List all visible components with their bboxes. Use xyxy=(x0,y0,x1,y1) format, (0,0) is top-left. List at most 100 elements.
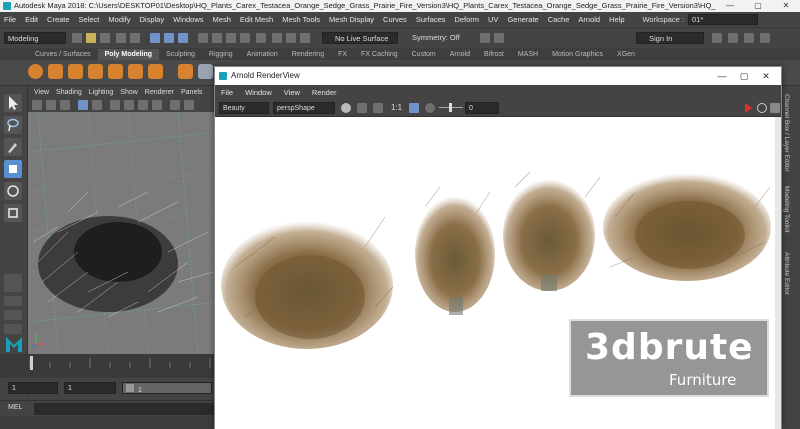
refresh-render-icon[interactable] xyxy=(757,103,767,113)
camera-select-icon[interactable] xyxy=(32,100,42,110)
bookmarks-icon[interactable] xyxy=(60,100,70,110)
ipr-render-icon[interactable] xyxy=(286,33,296,43)
poly-plane-icon[interactable] xyxy=(128,64,143,79)
lasso-tool-icon[interactable] xyxy=(4,116,22,134)
render-play-icon[interactable] xyxy=(745,103,752,113)
start-time-field[interactable]: 1 xyxy=(8,382,58,394)
channel-box-icon[interactable] xyxy=(744,33,754,43)
workspace-dropdown[interactable]: 01* xyxy=(688,13,758,25)
menu-create[interactable]: Create xyxy=(47,15,70,24)
menu-file[interactable]: File xyxy=(4,15,16,24)
renderview-menu-window[interactable]: Window xyxy=(245,88,272,97)
lights-icon[interactable] xyxy=(152,100,162,110)
renderview-settings-icon[interactable] xyxy=(770,103,780,113)
poly-torus-icon[interactable] xyxy=(108,64,123,79)
menu-uv[interactable]: UV xyxy=(488,15,498,24)
tab-motion-graphics[interactable]: Motion Graphics xyxy=(545,49,610,60)
select-hierarchy-icon[interactable] xyxy=(150,33,160,43)
region-icon[interactable] xyxy=(357,103,367,113)
render-frame-icon[interactable] xyxy=(272,33,282,43)
command-input[interactable] xyxy=(34,403,214,415)
menu-deform[interactable]: Deform xyxy=(454,15,479,24)
snap-curve-icon[interactable] xyxy=(212,33,222,43)
tab-custom[interactable]: Custom xyxy=(405,49,443,60)
range-bar[interactable]: 1 xyxy=(122,382,212,394)
renderview-maximize-button[interactable]: ▢ xyxy=(733,67,755,85)
symmetry-dropdown[interactable]: Symmetry: Off xyxy=(404,32,474,44)
layout-four-pane-icon[interactable] xyxy=(4,296,22,306)
film-gate-icon[interactable] xyxy=(92,100,102,110)
menu-mesh-display[interactable]: Mesh Display xyxy=(329,15,374,24)
tab-curves-surfaces[interactable]: Curves / Surfaces xyxy=(28,49,98,60)
tab-attribute-editor[interactable]: Attribute Editor xyxy=(783,252,790,295)
pixel-ratio-label[interactable]: 1:1 xyxy=(391,103,402,112)
viewport-menu-view[interactable]: View xyxy=(34,88,49,98)
viewport-menu-lighting[interactable]: Lighting xyxy=(89,88,114,98)
tab-sculpting[interactable]: Sculpting xyxy=(159,49,202,60)
mel-label[interactable]: MEL xyxy=(8,404,22,411)
menu-mesh-tools[interactable]: Mesh Tools xyxy=(282,15,320,24)
renderview-scrollbar[interactable] xyxy=(775,117,781,429)
show-modeling-toolkit-icon[interactable] xyxy=(480,33,490,43)
tool-settings-icon[interactable] xyxy=(728,33,738,43)
open-scene-icon[interactable] xyxy=(86,33,96,43)
crop-region-icon[interactable] xyxy=(409,103,419,113)
camera-dropdown[interactable]: perspShape xyxy=(273,102,335,114)
menu-select[interactable]: Select xyxy=(79,15,100,24)
sign-in-button[interactable]: Sign In xyxy=(636,32,704,44)
snap-view-plane-icon[interactable] xyxy=(240,33,250,43)
viewport-menu-panels[interactable]: Panels xyxy=(181,88,202,98)
live-surface-field[interactable]: No Live Surface xyxy=(322,32,398,44)
channels-icon[interactable] xyxy=(373,103,383,113)
tab-fx[interactable]: FX xyxy=(331,49,354,60)
renderview-menu-file[interactable]: File xyxy=(221,88,233,97)
camera-attributes-icon[interactable] xyxy=(46,100,56,110)
time-slider[interactable] xyxy=(0,354,218,378)
poly-platonic-icon[interactable] xyxy=(178,64,193,79)
construction-history-icon[interactable] xyxy=(256,33,266,43)
menu-edit-mesh[interactable]: Edit Mesh xyxy=(240,15,273,24)
viewport-menu-show[interactable]: Show xyxy=(120,88,138,98)
exposure-icon[interactable] xyxy=(425,103,435,113)
new-scene-icon[interactable] xyxy=(72,33,82,43)
menu-generate[interactable]: Generate xyxy=(507,15,538,24)
save-scene-icon[interactable] xyxy=(100,33,110,43)
display-settings-icon[interactable] xyxy=(341,103,351,113)
move-tool-icon[interactable] xyxy=(4,160,22,178)
tab-arnold[interactable]: Arnold xyxy=(443,49,477,60)
tab-rigging[interactable]: Rigging xyxy=(202,49,240,60)
layout-side-by-side-icon[interactable] xyxy=(4,310,22,320)
renderview-menu-render[interactable]: Render xyxy=(312,88,337,97)
viewport-menu-shading[interactable]: Shading xyxy=(56,88,82,98)
menu-set-dropdown[interactable]: Modeling xyxy=(4,32,66,44)
poly-sphere-icon[interactable] xyxy=(28,64,43,79)
menu-surfaces[interactable]: Surfaces xyxy=(416,15,446,24)
poly-cylinder-icon[interactable] xyxy=(68,64,83,79)
aov-dropdown[interactable]: Beauty xyxy=(219,102,269,114)
maximize-button[interactable]: ▢ xyxy=(744,0,772,12)
rotate-tool-icon[interactable] xyxy=(4,182,22,200)
menu-display[interactable]: Display xyxy=(140,15,165,24)
snap-grid-icon[interactable] xyxy=(198,33,208,43)
textured-icon[interactable] xyxy=(138,100,148,110)
tab-bifrost[interactable]: Bifrost xyxy=(477,49,511,60)
smooth-shade-icon[interactable] xyxy=(124,100,134,110)
combine-icon[interactable] xyxy=(198,64,213,79)
select-object-icon[interactable] xyxy=(164,33,174,43)
renderview-close-button[interactable]: ✕ xyxy=(755,67,777,85)
snap-point-icon[interactable] xyxy=(226,33,236,43)
menu-arnold[interactable]: Arnold xyxy=(578,15,600,24)
render-settings-icon[interactable] xyxy=(300,33,310,43)
menu-help[interactable]: Help xyxy=(609,15,624,24)
scale-tool-icon[interactable] xyxy=(4,204,22,222)
renderview-minimize-button[interactable]: — xyxy=(711,67,733,85)
menu-mesh[interactable]: Mesh xyxy=(213,15,231,24)
poly-disc-icon[interactable] xyxy=(148,64,163,79)
menu-cache[interactable]: Cache xyxy=(548,15,570,24)
tab-poly-modeling[interactable]: Poly Modeling xyxy=(97,49,160,60)
renderview-menu-view[interactable]: View xyxy=(284,88,300,97)
grid-toggle-icon[interactable] xyxy=(78,100,88,110)
layout-single-pane-icon[interactable] xyxy=(4,274,22,292)
isolate-select-icon[interactable] xyxy=(170,100,180,110)
panel-layout-icon[interactable] xyxy=(712,33,722,43)
